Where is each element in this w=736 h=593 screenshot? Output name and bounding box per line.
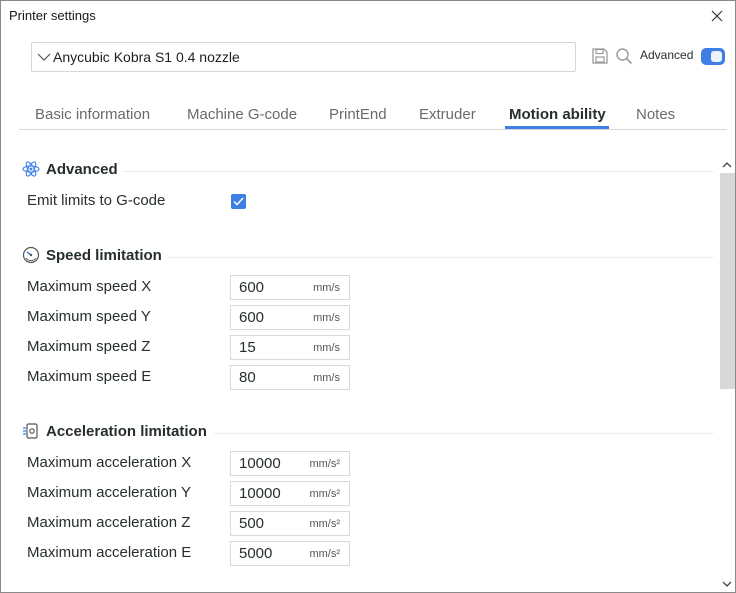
field-value: 80 — [239, 369, 256, 386]
chevron-down-icon — [722, 581, 732, 587]
field-unit: mm/s — [313, 372, 340, 384]
active-tab-indicator — [505, 126, 609, 129]
field-value: 5000 — [239, 545, 273, 562]
field-unit: mm/s — [313, 312, 340, 324]
field-value: 600 — [239, 309, 265, 326]
field-unit: mm/s² — [309, 518, 340, 530]
field-unit: mm/s — [313, 282, 340, 294]
close-button[interactable] — [705, 4, 729, 28]
printer-settings-window: Printer settings Anycubic Kobra S1 0.4 n… — [0, 0, 736, 593]
max-accel-x-input[interactable]: 10000 mm/s² — [230, 451, 350, 476]
section-divider — [122, 171, 714, 172]
section-divider — [214, 433, 714, 434]
tab-notes[interactable]: Notes — [636, 106, 675, 123]
scroll-up-button[interactable] — [719, 156, 735, 172]
field-value: 10000 — [239, 485, 281, 502]
atom-icon — [22, 161, 40, 177]
tab-motion-ability[interactable]: Motion ability — [509, 106, 606, 123]
emit-limits-label: Emit limits to G-code — [27, 192, 166, 209]
section-speed-limitation: Speed limitation — [2, 244, 718, 268]
max-speed-z-label: Maximum speed Z — [27, 338, 151, 355]
field-unit: mm/s² — [309, 488, 340, 500]
section-title: Advanced — [46, 161, 118, 178]
max-speed-y-label: Maximum speed Y — [27, 308, 151, 325]
scroll-thumb[interactable] — [720, 173, 735, 389]
vertical-scrollbar[interactable] — [719, 156, 735, 592]
advanced-mode-label: Advanced — [640, 48, 694, 62]
max-speed-e-label: Maximum speed E — [27, 368, 152, 385]
max-accel-e-input[interactable]: 5000 mm/s² — [230, 541, 350, 566]
speedometer-icon — [22, 246, 40, 264]
settings-content: Advanced Emit limits to G-code Speed lim… — [2, 156, 718, 592]
emit-limits-checkbox[interactable] — [231, 194, 246, 209]
field-unit: mm/s² — [309, 458, 340, 470]
field-unit: mm/s² — [309, 548, 340, 560]
field-value: 500 — [239, 515, 265, 532]
scroll-down-button[interactable] — [719, 576, 735, 592]
max-speed-x-input[interactable]: 600 mm/s — [230, 275, 350, 300]
max-speed-x-label: Maximum speed X — [27, 278, 152, 295]
field-value: 10000 — [239, 455, 281, 472]
max-accel-z-label: Maximum acceleration Z — [27, 514, 191, 531]
section-acceleration-limitation: Acceleration limitation — [2, 420, 718, 444]
acceleration-icon — [23, 423, 38, 439]
max-speed-z-input[interactable]: 15 mm/s — [230, 335, 350, 360]
field-unit: mm/s — [313, 342, 340, 354]
save-icon[interactable] — [591, 47, 609, 65]
tab-basic-information[interactable]: Basic information — [35, 106, 150, 123]
field-value: 15 — [239, 339, 256, 356]
tab-extruder[interactable]: Extruder — [419, 106, 476, 123]
checkmark-icon — [233, 197, 244, 206]
window-title: Printer settings — [9, 8, 96, 23]
search-icon[interactable] — [615, 47, 633, 65]
field-value: 600 — [239, 279, 265, 296]
chevron-down-icon — [37, 53, 51, 61]
chevron-up-icon — [722, 161, 732, 167]
section-advanced: Advanced — [2, 158, 718, 182]
max-accel-e-label: Maximum acceleration E — [27, 544, 192, 561]
section-title: Speed limitation — [46, 247, 162, 264]
max-accel-z-input[interactable]: 500 mm/s² — [230, 511, 350, 536]
section-title: Acceleration limitation — [46, 423, 207, 440]
section-divider — [168, 257, 714, 258]
max-accel-y-input[interactable]: 10000 mm/s² — [230, 481, 350, 506]
printer-preset-name: Anycubic Kobra S1 0.4 nozzle — [53, 49, 240, 65]
tab-printend[interactable]: PrintEnd — [329, 106, 387, 123]
max-accel-y-label: Maximum acceleration Y — [27, 484, 191, 501]
max-speed-e-input[interactable]: 80 mm/s — [230, 365, 350, 390]
max-speed-y-input[interactable]: 600 mm/s — [230, 305, 350, 330]
toggle-knob — [711, 51, 722, 62]
close-icon — [711, 10, 723, 22]
advanced-mode-toggle[interactable] — [701, 48, 725, 65]
title-bar: Printer settings — [1, 1, 735, 31]
max-accel-x-label: Maximum acceleration X — [27, 454, 192, 471]
settings-tabs: Basic information Machine G-code PrintEn… — [19, 100, 727, 130]
tab-machine-gcode[interactable]: Machine G-code — [187, 106, 297, 123]
printer-preset-dropdown[interactable]: Anycubic Kobra S1 0.4 nozzle — [31, 42, 576, 72]
